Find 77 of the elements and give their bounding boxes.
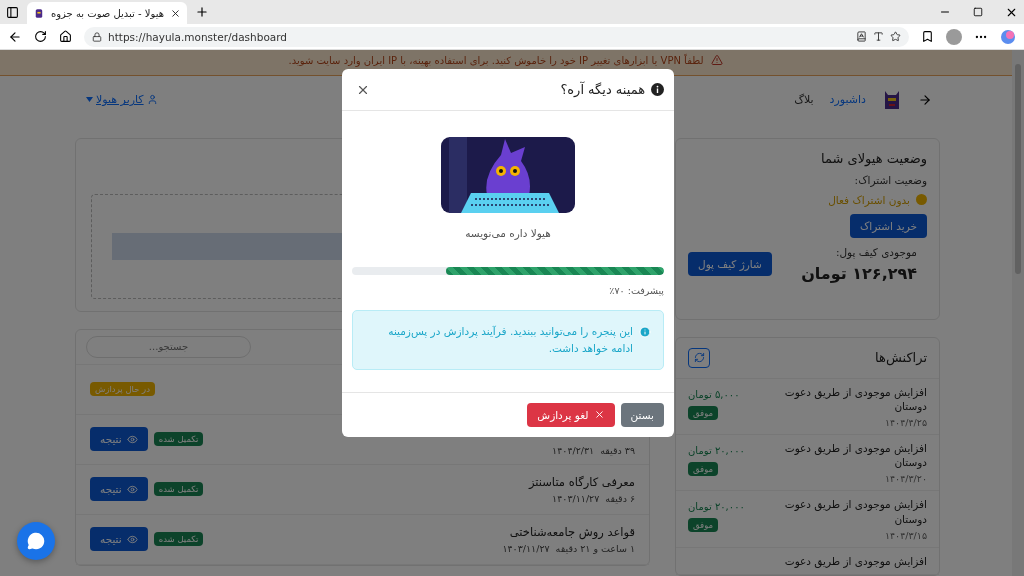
job-duration: ۱ ساعت و ۲۱ دقیقه: [555, 542, 635, 554]
job-title: قواعد روش جامعه‌شناختی: [508, 524, 635, 539]
result-button[interactable]: نتیجه: [90, 427, 148, 452]
user-menu[interactable]: کاربر هیولا: [86, 93, 158, 107]
card-title: وضعیت هیولای شما: [821, 150, 927, 166]
eye-icon: [126, 433, 138, 445]
reload-icon[interactable]: [34, 30, 47, 43]
close-dialog-button[interactable]: بستن: [620, 402, 664, 427]
nav-link[interactable]: داشبورد: [829, 93, 866, 107]
transaction-date: ۱۴۰۴/۳/۱۵: [883, 529, 927, 541]
close-icon[interactable]: [170, 7, 181, 19]
buy-subscription-button[interactable]: خرید اشتراک: [849, 213, 927, 238]
status-badge: موفق: [688, 518, 719, 533]
address-bar[interactable]: https://hayula.monster/dashboard: [84, 26, 909, 47]
transaction-title: افزایش موجودی از طریق دعوت: [783, 553, 927, 568]
vpn-warning-text: لطفاً VPN یا ابزارهای تغییر IP خود را خاموش کنید. برای استفاده بهینه، با IP ایران وارد سایت شوید.: [288, 54, 704, 66]
tab-title: هیولا - تبدیل صوت به جزوه: [50, 7, 165, 19]
subscription-label: وضعیت اشتراک:: [854, 173, 927, 186]
new-tab-icon[interactable]: [195, 5, 209, 19]
close-icon: [593, 409, 605, 421]
job-date: ۱۴۰۳/۱۱/۲۷: [502, 542, 550, 554]
back-icon[interactable]: [8, 29, 22, 44]
status-badge: تکمیل شده: [153, 532, 204, 547]
favorite-icon[interactable]: [890, 31, 901, 42]
status-badge: تکمیل شده: [153, 482, 204, 497]
refresh-icon: [693, 352, 705, 364]
status-badge: تکمیل شده: [153, 432, 204, 447]
info-icon: [639, 326, 651, 338]
transaction-amount: ۵,۰۰۰ تومان: [688, 388, 740, 400]
lock-icon: [92, 31, 102, 42]
transaction-amount: ۲۰,۰۰۰ تومان: [688, 445, 745, 457]
info-text: این پنجره را می‌توانید ببندید. فرآیند پردازش در پس‌زمینه ادامه خواهد داشت.: [387, 324, 633, 357]
chat-icon: [27, 532, 45, 550]
job-title: معرفی کارگاه متاسنتز: [528, 474, 635, 489]
result-button[interactable]: نتیجه: [90, 477, 148, 502]
maximize-icon[interactable]: [973, 7, 983, 17]
transaction-date: ۱۴۰۴/۴/۲۵: [883, 417, 927, 429]
nav-link[interactable]: بلاگ: [794, 93, 814, 107]
eye-icon: [126, 483, 138, 495]
transaction-title: افزایش موجودی از طریق دعوت دوستان: [783, 497, 927, 526]
job-date: ۱۴۰۴/۲/۳۱: [552, 444, 595, 456]
status-badge: در حال پردازش: [90, 382, 155, 397]
result-button[interactable]: نتیجه: [90, 527, 148, 552]
progress-label: پیشرفت: ۷۰٪: [609, 285, 664, 296]
transaction-amount: ۲۰,۰۰۰ تومان: [688, 501, 745, 513]
profile-avatar[interactable]: [946, 28, 962, 45]
favorites-icon[interactable]: [921, 30, 934, 43]
home-icon[interactable]: [59, 30, 72, 43]
user-icon: [146, 94, 158, 106]
job-duration: ۶ دقیقه: [605, 492, 635, 504]
eye-icon: [126, 533, 138, 545]
refresh-button[interactable]: [688, 347, 710, 368]
wallet-label: موجودی کیف پول:: [834, 245, 917, 258]
info-icon: [651, 83, 664, 96]
browser-tab[interactable]: هیولا - تبدیل صوت به جزوه: [27, 2, 187, 24]
job-duration: ۳۹ دقیقه: [600, 444, 635, 456]
subscription-status: بدون اشتراک فعال: [828, 193, 910, 206]
arrow-right-icon[interactable]: [918, 92, 932, 107]
warning-icon: [711, 54, 724, 67]
job-date: ۱۴۰۳/۱۱/۲۷: [552, 492, 600, 504]
status-badge: موفق: [688, 462, 719, 477]
dialog-title: همینه دیگه آره؟: [559, 82, 645, 97]
warning-dot-icon: [916, 194, 927, 206]
cancel-processing-button[interactable]: لغو پردازش: [527, 402, 615, 427]
url-text: https://hayula.monster/dashboard: [108, 30, 288, 43]
transaction-title: افزایش موجودی از طریق دعوت دوستان: [783, 384, 927, 414]
charge-wallet-button[interactable]: شارژ کیف پول: [688, 252, 772, 277]
sidebar-toggle-icon[interactable]: [6, 5, 19, 19]
search-field[interactable]: جستجو...: [86, 335, 251, 358]
transaction-title: افزایش موجودی از طریق دعوت دوستان: [783, 441, 927, 470]
card-title: تراکنش‌ها: [875, 350, 927, 366]
status-badge: موفق: [688, 405, 719, 420]
caret-icon: [86, 97, 93, 103]
wallet-balance: ۱۲۶,۲۹۴ تومان: [801, 263, 917, 283]
dialog-caption: هیولا داره می‌نویسه: [465, 227, 551, 239]
transaction-date: ۱۴۰۴/۳/۲۰: [883, 473, 927, 485]
logo-icon: [33, 6, 45, 20]
